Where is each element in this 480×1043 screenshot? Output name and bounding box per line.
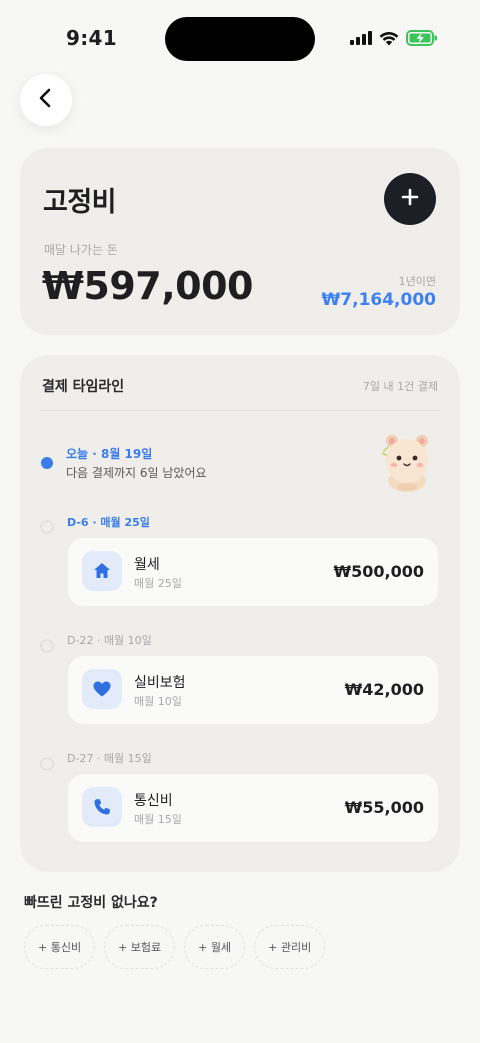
signal-icon bbox=[350, 31, 372, 45]
suggestion-chips: + 통신비 + 보험료 + 월세 + 관리비 bbox=[24, 925, 326, 969]
payment-item-rent[interactable]: 월세 매월 25일 ₩500,000 bbox=[68, 538, 438, 606]
battery-charging-icon bbox=[406, 30, 438, 46]
status-bar: 9:41 bbox=[0, 0, 480, 78]
phone-icon bbox=[82, 787, 122, 827]
payment-name: 통신비 bbox=[134, 793, 173, 809]
yearly-amount: ₩7,164,000 bbox=[321, 290, 436, 310]
add-fixed-cost-button[interactable] bbox=[384, 173, 436, 225]
payment-schedule: 매월 25일 bbox=[134, 577, 182, 590]
today-sub: 다음 결제까지 6일 남았어요 bbox=[66, 466, 207, 480]
payment-amount: ₩42,000 bbox=[344, 680, 424, 699]
yearly-label: 1년이면 bbox=[398, 275, 436, 288]
payment-name: 월세 bbox=[134, 557, 160, 573]
dynamic-island bbox=[165, 17, 315, 61]
monthly-amount: ₩597,000 bbox=[42, 264, 254, 308]
missing-costs-title: 빠뜨린 고정비 없나요? bbox=[24, 895, 158, 911]
status-icons bbox=[350, 30, 438, 46]
payment-name: 실비보험 bbox=[134, 675, 186, 691]
home-icon bbox=[82, 551, 122, 591]
back-button[interactable] bbox=[20, 74, 72, 126]
timeline-dot bbox=[40, 757, 54, 771]
due-label-insurance: D-22 · 매월 10일 bbox=[67, 634, 152, 647]
payment-schedule: 매월 15일 bbox=[134, 813, 182, 826]
due-label-rent: D-6 · 매월 25일 bbox=[67, 516, 150, 529]
timeline-title: 결제 타임라인 bbox=[42, 379, 125, 395]
payment-timeline-card: 결제 타임라인 7일 내 1건 결제 오늘 · 8월 19일 다음 결제까지 6… bbox=[20, 355, 460, 872]
monthly-label: 매달 나가는 돈 bbox=[44, 243, 118, 257]
timeline-dot bbox=[40, 520, 54, 534]
chip-maintenance[interactable]: + 관리비 bbox=[254, 925, 326, 969]
chip-rent[interactable]: + 월세 bbox=[184, 925, 246, 969]
hamster-mascot-icon bbox=[381, 431, 432, 493]
divider bbox=[40, 410, 440, 411]
today-dot bbox=[41, 457, 53, 469]
timeline-meta: 7일 내 1건 결제 bbox=[362, 380, 438, 393]
chip-insurance[interactable]: + 보험료 bbox=[104, 925, 176, 969]
summary-card: 고정비 매달 나가는 돈 ₩597,000 1년이면 ₩7,164,000 bbox=[20, 148, 460, 335]
payment-amount: ₩55,000 bbox=[344, 798, 424, 817]
due-label-phone: D-27 · 매월 15일 bbox=[67, 752, 152, 765]
payment-item-insurance[interactable]: 실비보험 매월 10일 ₩42,000 bbox=[68, 656, 438, 724]
chevron-left-icon bbox=[35, 87, 57, 113]
status-time: 9:41 bbox=[66, 26, 117, 50]
wifi-icon bbox=[379, 31, 399, 46]
payment-schedule: 매월 10일 bbox=[134, 695, 182, 708]
plus-icon bbox=[401, 188, 419, 210]
timeline-dot bbox=[40, 639, 54, 653]
chip-phone[interactable]: + 통신비 bbox=[24, 925, 96, 969]
heart-icon bbox=[82, 669, 122, 709]
payment-item-phone[interactable]: 통신비 매월 15일 ₩55,000 bbox=[68, 774, 438, 842]
page-title: 고정비 bbox=[43, 187, 117, 218]
today-label: 오늘 · 8월 19일 bbox=[66, 447, 153, 461]
payment-amount: ₩500,000 bbox=[333, 562, 424, 581]
